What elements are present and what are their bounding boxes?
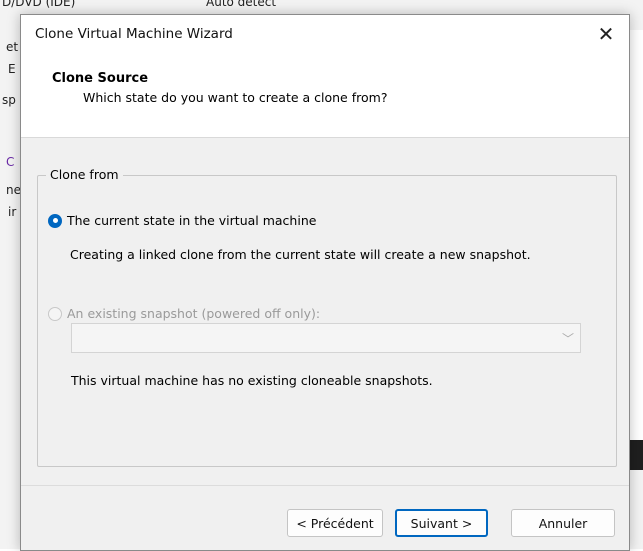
bg-fragment: ne (6, 183, 21, 197)
bg-fragment: C (6, 155, 15, 169)
page-title: Clone Source (52, 71, 149, 86)
group-legend: Clone from (46, 167, 123, 182)
chevron-down-icon: ﹀ (561, 332, 574, 346)
next-button[interactable]: Suivant > (395, 509, 488, 537)
cancel-button[interactable]: Annuler (511, 509, 615, 537)
footer-divider (21, 485, 629, 486)
snapshot-dropdown[interactable]: ﹀ (71, 323, 581, 353)
radio-selected-icon[interactable] (48, 213, 62, 228)
clone-from-group: Clone from The current state in the virt… (37, 167, 617, 467)
clone-wizard-dialog: Clone Virtual Machine Wizard ✕ Clone Sou… (20, 14, 630, 551)
radio-existing-snapshot[interactable]: An existing snapshot (powered off only): (48, 306, 320, 321)
radio-current-state-label: The current state in the virtual machine (67, 213, 317, 228)
bg-dark-strip (628, 440, 643, 470)
bg-fragment: et (6, 40, 19, 54)
bg-fragment: Auto detect (206, 0, 277, 9)
wizard-header: Clone Source Which state do you want to … (21, 53, 629, 138)
current-state-description: Creating a linked clone from the current… (70, 247, 531, 262)
bg-fragment: sp (2, 93, 16, 107)
bg-fragment: E (8, 62, 16, 76)
back-button[interactable]: < Précédent (287, 509, 383, 537)
bg-fragment: ir (8, 205, 17, 219)
radio-existing-snapshot-label: An existing snapshot (powered off only): (67, 306, 321, 321)
bg-fragment: D/DVD (IDE) (2, 0, 76, 9)
no-snapshots-note: This virtual machine has no existing clo… (71, 373, 433, 388)
page-subtitle: Which state do you want to create a clon… (83, 90, 388, 105)
close-button[interactable]: ✕ (589, 19, 623, 49)
close-icon: ✕ (597, 22, 615, 46)
radio-unselected-icon[interactable] (48, 306, 62, 321)
title-bar[interactable]: Clone Virtual Machine Wizard ✕ (21, 15, 629, 53)
radio-current-state[interactable]: The current state in the virtual machine (48, 213, 316, 228)
bg-side-panel (628, 30, 643, 470)
dialog-title: Clone Virtual Machine Wizard (35, 26, 233, 42)
